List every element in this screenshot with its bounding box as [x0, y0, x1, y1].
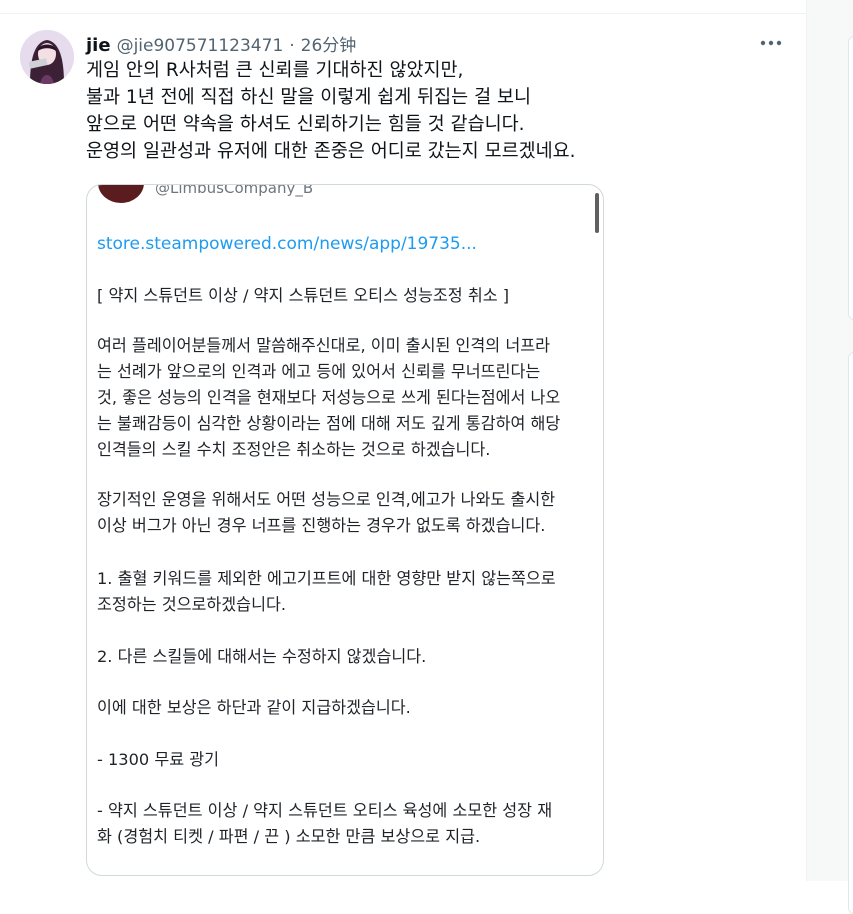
- notice-paragraph-line: 는 선례가 앞으로의 인격과 에고 등에 있어서 신뢰를 무너뜨린다는: [97, 362, 541, 381]
- avatar-image: [20, 30, 74, 84]
- divider: [0, 13, 806, 14]
- user-handle[interactable]: @jie907571123471: [117, 36, 284, 56]
- more-horizontal-icon: [760, 40, 782, 46]
- notice-title: [ 약지 스튜던트 이상 / 약지 스튜던트 오티스 성능조정 취소 ]: [97, 286, 510, 305]
- notice-item-line: 2. 다른 스킬들에 대해서는 수정하지 않겠습니다.: [97, 647, 427, 666]
- compensation-intro: 이에 대한 보상은 하단과 같이 지급하겠습니다.: [97, 698, 411, 717]
- separator-dot: ·: [289, 36, 295, 56]
- tweet-text-line: 게임 안의 R사처럼 큰 신뢰를 기대하진 않았지만,: [86, 60, 464, 81]
- sidebar-card: [848, 36, 853, 320]
- tweet-text: 게임 안의 R사처럼 큰 신뢰를 기대하진 않았지만, 불과 1년 전에 직접 …: [86, 57, 786, 165]
- sidebar-card: [848, 352, 853, 914]
- notice-paragraph-line: 장기적인 운영을 위해서도 어떤 성능으로 인격,에고가 나와도 출시한: [97, 490, 556, 509]
- notice-paragraph-line: 여러 플레이어분들께서 말씀해주신대로, 이미 출시된 인격의 너프라: [97, 336, 551, 355]
- embedded-avatar: [98, 185, 144, 203]
- tweet-text-line: 불과 1년 전에 직접 하신 말을 이렇게 쉽게 뒤집는 걸 보니: [86, 87, 532, 108]
- embedded-handle: @LimbusCompany_B: [155, 184, 314, 197]
- notice-paragraph-line: 것, 좋은 성능의 인격을 현재보다 저성능으로 쓰게 된다는점에서 나오: [97, 388, 561, 407]
- feed-column: jie @jie907571123471 · 26分钟 게임 안의 R사처럼 큰…: [0, 0, 807, 881]
- attached-image[interactable]: @LimbusCompany_B store.steampowered.com/…: [86, 184, 604, 876]
- notice-item-line: 1. 출혈 키워드를 제외한 에고기프트에 대한 영향만 받지 않는쪽으로: [97, 569, 556, 588]
- display-name[interactable]: jie: [86, 35, 111, 56]
- reward-line: - 1300 무료 광기: [97, 750, 220, 769]
- avatar[interactable]: [20, 30, 74, 84]
- embedded-link: store.steampowered.com/news/app/19735...: [97, 234, 477, 254]
- notice-paragraph-line: 는 불쾌감등이 심각한 상황이라는 점에 대해 저도 깊게 통감하여 해당: [97, 414, 561, 433]
- tweet-text-line: 앞으로 어떤 약속을 하셔도 신뢰하기는 힘들 것 같습니다.: [86, 114, 525, 135]
- tweet-text-line: 운영의 일관성과 유저에 대한 존중은 어디로 갔는지 모르겠네요.: [86, 141, 576, 162]
- scrollbar-thumb: [595, 193, 599, 233]
- right-sidebar: [807, 0, 853, 881]
- notice-paragraph-line: 이상 버그가 아닌 경우 너프를 진행하는 경우가 없도록 하겠습니다.: [97, 516, 546, 535]
- timestamp[interactable]: 26分钟: [301, 31, 357, 56]
- notice-paragraph-line: 인격들의 스킬 수치 조정안은 취소하는 것으로 하겠습니다.: [97, 440, 491, 459]
- reward-line: 화 (경험치 티켓 / 파편 / 끈 ) 소모한 만큼 보상으로 지급.: [97, 827, 481, 846]
- reward-line: - 약지 스튜던트 이상 / 약지 스튜던트 오티스 육성에 소모한 성장 재: [97, 801, 553, 820]
- tweet-header: jie @jie907571123471 · 26分钟: [86, 31, 357, 56]
- embedded-tweet-screenshot: @LimbusCompany_B store.steampowered.com/…: [87, 185, 603, 875]
- notice-item-line: 조정하는 것으로하겠습니다.: [97, 595, 287, 614]
- more-button[interactable]: [756, 32, 786, 54]
